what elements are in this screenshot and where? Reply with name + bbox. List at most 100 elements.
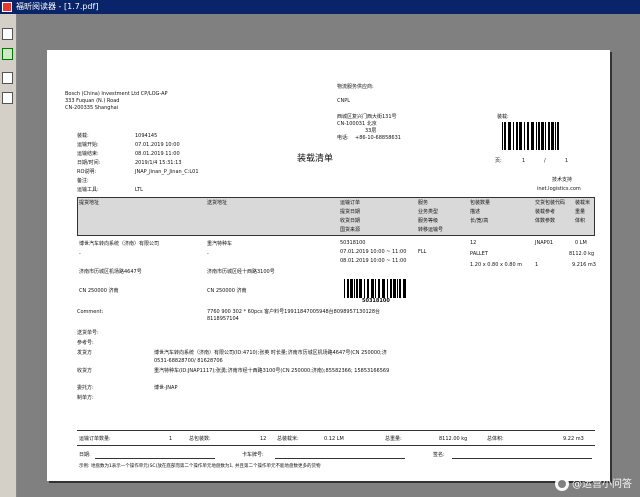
page-total: 1 [565,158,569,164]
load-meters: 0 LM [575,240,587,246]
comment-text: 7760 900 302 * 60pcs 客户料号19911847005948台… [207,309,381,315]
barcode-stripe [545,122,546,150]
totals-divider [77,430,595,431]
total-weight-value: 8112.00 kg [439,436,468,442]
barcode-stripe [551,122,554,150]
order-barcode-number: 50318100 [362,298,390,304]
shipper-city: CN-200335 Shanghai [65,105,119,111]
bookmark-icon[interactable] [2,48,13,60]
header-delivery: 送货地址 [207,200,228,206]
comments-icon[interactable] [2,72,13,84]
header-pkg-code: 交货包装代码 [535,200,566,206]
barcode-stripe [516,122,518,150]
watermark-text: @运营小问答 [572,479,632,490]
weight-value: 8112.0 kg [569,251,595,257]
field-value: 2019/1/4 15:31:13 [135,160,182,166]
receiver-detail: 重汽特种车(ID:JNAP1117);张勇;济南市经十西路3100号(CN 25… [154,368,390,374]
barcode-stripe [397,279,398,298]
signature-line [452,458,592,459]
barcode-stripe [541,122,544,150]
barcode-stripe [350,279,353,298]
provider-floor: 33层 [365,128,377,134]
pickup-address: 济南市历城区机场路4647号 [79,269,142,275]
barcode-stripe [375,279,376,298]
barcode-stripe [390,279,392,298]
field-label: 运输开始: [77,142,99,148]
misc-label: 参考号: [77,340,94,346]
header-ldm: 装载米 [575,200,591,206]
misc-label: 制单方: [77,395,94,401]
barcode-stripe [382,279,385,298]
page-label: 页: [495,158,502,164]
provider-tel-label: 电话: [337,135,349,141]
shipment-label: 装载: [497,114,509,120]
header-origin: 国货来源 [340,227,361,233]
support-label: 技术支持 [552,177,573,183]
package-quantity: 12 [470,240,477,246]
delivery-dash: - [207,251,209,257]
header-delivery-date: 收货日期 [340,218,361,224]
attachment-icon[interactable] [2,92,13,104]
barcode-stripe [519,122,522,150]
header-volume: 体积 [575,218,586,224]
barcode-stripe [399,279,401,298]
field-label: 装载: [77,133,89,139]
date-line [95,458,215,459]
support-site: inet.logistics.com [537,186,581,192]
field-label: 运输结束: [77,151,99,157]
delivery-address: 济南市历城区经十西路3100号 [207,269,275,275]
misc-label: 送货单号: [77,330,99,336]
header-load-ref: 装载参考 [535,209,556,215]
header-volume-param: 体数参数 [535,218,556,224]
pickup-city: CN 250000 济南 [79,288,119,294]
comment-text-cont: 8118957104 [207,316,239,322]
app-icon [2,2,12,12]
header-service: 服务 [418,200,429,206]
navigation-sidebar [0,14,17,497]
pickup-name: 博世汽车转向系统（济南）有限公司 [79,241,160,247]
page-separator: / [544,158,546,164]
delivery-city: CN 250000 济南 [207,288,247,294]
watermark: @运营小问答 [555,475,632,491]
barcode-stripe [356,279,358,298]
barcode-stripe [508,122,511,150]
field-label: 日期/时间: [77,160,101,166]
total-weight-label: 总重量: [385,436,402,442]
barcode-stripe [347,279,349,298]
pickup-date: 07.01.2019 10:00 ~ 11:00 [340,249,407,255]
truck-line [275,458,405,459]
total-volume-label: 总体积: [487,436,504,442]
barcode-stripe [536,122,537,150]
shipper-company: Bosch (China) Investment Ltd CP/LOG-AP [65,91,168,97]
shipper-phone: 0531-68828700/ 81628706 [154,358,223,364]
header-pickup: 提货地址 [79,200,100,206]
load-ref-qty: 1 [535,262,539,268]
total-ldm-label: 总装载米: [277,436,299,442]
header-transfer-no: 转移运输号 [418,227,444,233]
delivery-date: 08.01.2019 10:00 ~ 11:00 [340,258,407,264]
window-titlebar: 福昕阅读器 - [1.7.pdf] [0,0,640,14]
order-number: 50318100 [340,240,366,246]
barcode-stripe [359,279,362,298]
barcode-stripe [524,122,525,150]
order-barcode [344,279,406,298]
barcode-stripe [354,279,355,298]
misc-label: 委托方: [77,385,94,391]
delivery-name: 重汽特种车 [207,241,233,247]
total-pallets-value: 12 [260,436,267,442]
barcode-stripe [393,279,396,298]
barcode-stripe [403,279,406,298]
barcode-stripe [527,122,529,150]
header-service-level: 服务等级 [418,218,439,224]
field-label: 运输工具: [77,187,99,193]
watermark-logo-icon [555,477,569,491]
package-type: PALLET [470,251,488,257]
header-dimensions: 长/宽/高 [470,218,489,224]
pages-icon[interactable] [2,28,13,40]
document-viewport[interactable]: Bosch (China) Investment Ltd CP/LOG-AP 3… [17,14,640,497]
pickup-dash: - [79,251,81,257]
barcode-stripe [378,279,380,298]
barcode-stripe [513,122,514,150]
barcode-stripe [502,122,503,150]
total-pallets-label: 总包装数: [189,436,211,442]
